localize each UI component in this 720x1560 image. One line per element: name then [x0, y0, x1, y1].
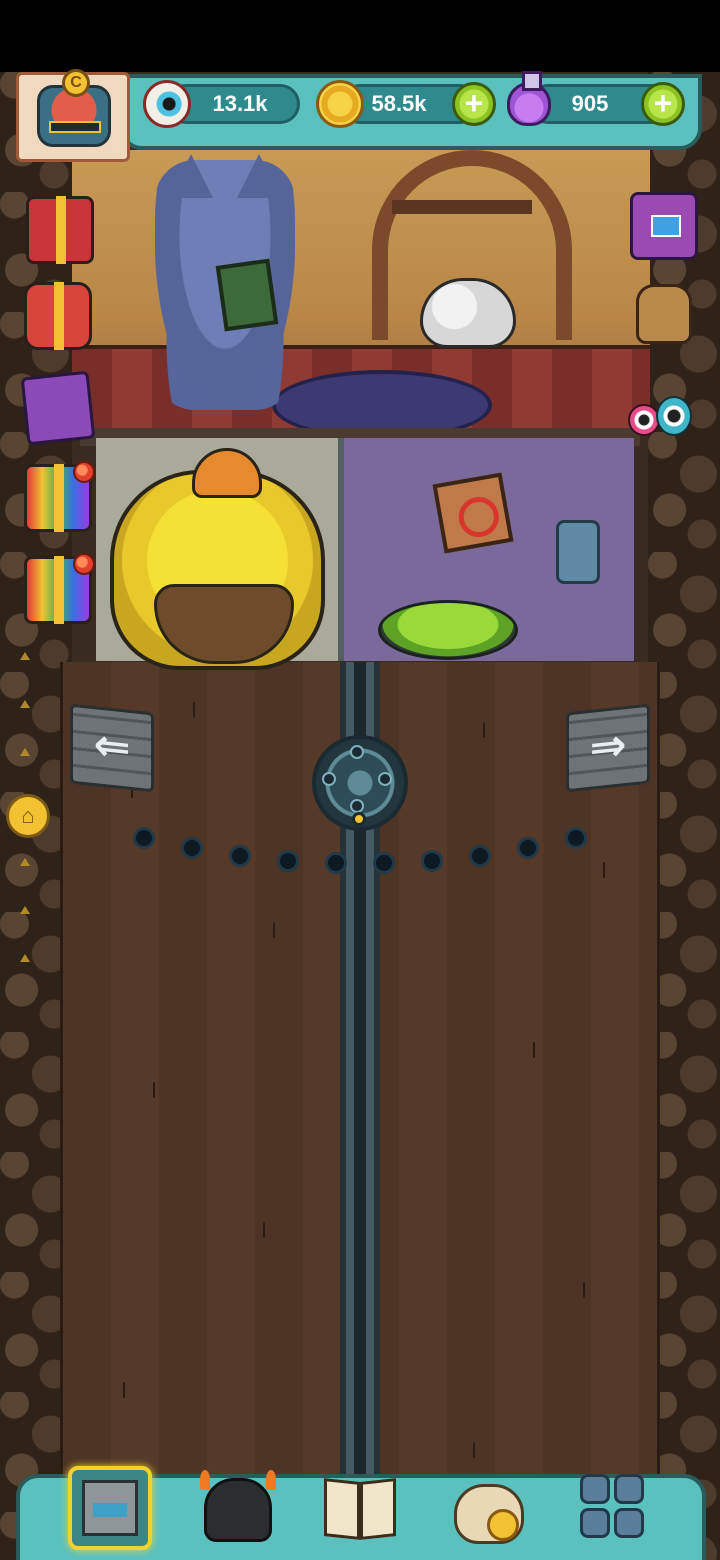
cat-tablet-prop: [215, 258, 279, 332]
notification-dot: [73, 461, 95, 483]
nav-menu-button[interactable]: [574, 1466, 658, 1550]
blue-eye-icon: [656, 396, 692, 436]
cat-ear: [169, 154, 213, 198]
add-potions-button[interactable]: +: [641, 82, 685, 126]
build-slot[interactable]: [565, 827, 587, 849]
video-ad-tv-button[interactable]: [630, 192, 698, 260]
eyeball-monsters-button[interactable]: [628, 376, 694, 442]
grid-cell-icon: [614, 1508, 644, 1538]
eyeball-icon: [143, 80, 191, 128]
potion-icon: [507, 71, 551, 126]
card-pack-button[interactable]: [20, 370, 96, 446]
build-slot[interactable]: [469, 845, 491, 867]
dirt-crack: [123, 1382, 125, 1398]
dirt-crack: [533, 1042, 535, 1058]
yellow-blob-monster[interactable]: [110, 448, 325, 670]
specimen-jar: [556, 520, 600, 584]
base-building-icon: [82, 1480, 138, 1536]
add-coins-button[interactable]: +: [452, 82, 496, 126]
nav-shop-button[interactable]: [448, 1466, 532, 1550]
build-slot[interactable]: [181, 837, 203, 859]
coin-bag-icon: [454, 1484, 524, 1544]
dirt-crack: [473, 1442, 475, 1458]
hub-socket: [378, 772, 392, 786]
pink-eye-icon: [628, 404, 660, 436]
depth-marker: [20, 906, 30, 914]
build-slot[interactable]: [277, 850, 299, 872]
cat-ear: [237, 154, 281, 198]
dirt-crack: [193, 702, 195, 718]
eyeball-count: 13.1k: [212, 91, 268, 116]
hub-socket: [350, 745, 364, 759]
torch-icon: [266, 1470, 276, 1490]
build-slot[interactable]: [133, 827, 155, 849]
depth-marker: [20, 748, 30, 756]
nav-monsters-button[interactable]: [196, 1466, 280, 1550]
scroll-right-arrow-button[interactable]: ⇒: [566, 703, 650, 793]
dirt-crack: [153, 1082, 155, 1098]
gift-box-festive-button[interactable]: [24, 282, 92, 350]
status-bar: [0, 0, 720, 72]
home-icon[interactable]: ⌂: [6, 794, 50, 838]
depth-marker: [20, 858, 30, 866]
hub-socket: [322, 772, 336, 786]
wooden-shelf: [392, 200, 532, 214]
nav-base-button[interactable]: [68, 1466, 152, 1550]
nav-book-button[interactable]: [318, 1466, 402, 1550]
green-cauldron[interactable]: [378, 600, 518, 660]
dirt-crack: [603, 862, 605, 878]
white-feathered-monster[interactable]: [420, 278, 516, 348]
elevator-position-marker: [352, 812, 366, 826]
dirt-crack: [483, 722, 485, 738]
level-progress-bar: [49, 121, 101, 133]
scroll-left-arrow-button[interactable]: ⇐: [70, 703, 154, 793]
rainbow-gift-button-1[interactable]: [24, 461, 95, 532]
belly-pot: [154, 584, 294, 664]
build-slot[interactable]: [373, 852, 395, 874]
depth-marker: [20, 954, 30, 962]
potion-count: 905: [571, 91, 609, 116]
hub-socket: [350, 799, 364, 813]
build-slot[interactable]: [421, 850, 443, 872]
rainbow-gift-button-2[interactable]: [24, 553, 95, 624]
build-slot[interactable]: [325, 852, 347, 874]
book-icon: [324, 1478, 360, 1540]
rank-badge: C: [62, 69, 90, 97]
coin-icon: [316, 80, 364, 128]
notification-dot: [73, 553, 95, 575]
dark-monster-icon: [204, 1478, 272, 1542]
grid-cell-icon: [580, 1474, 610, 1504]
player-avatar-button[interactable]: C: [16, 69, 130, 162]
dirt-crack: [583, 1282, 585, 1298]
build-slot[interactable]: [229, 845, 251, 867]
depth-marker: [20, 652, 30, 660]
build-slot[interactable]: [517, 837, 539, 859]
grid-cell-icon: [614, 1474, 644, 1504]
no-entry-sign: [432, 472, 514, 554]
depth-marker: [20, 700, 30, 708]
magic-rug: [272, 370, 492, 435]
dirt-crack: [273, 922, 275, 938]
grid-cell-icon: [580, 1508, 610, 1538]
book-icon: [360, 1478, 396, 1540]
backpack-button[interactable]: [636, 284, 692, 344]
coin-count: 58.5k: [371, 91, 427, 116]
torch-icon: [200, 1470, 210, 1490]
play-icon: [651, 215, 681, 237]
dirt-crack: [263, 1222, 265, 1238]
gift-box-red-button[interactable]: [26, 196, 94, 264]
